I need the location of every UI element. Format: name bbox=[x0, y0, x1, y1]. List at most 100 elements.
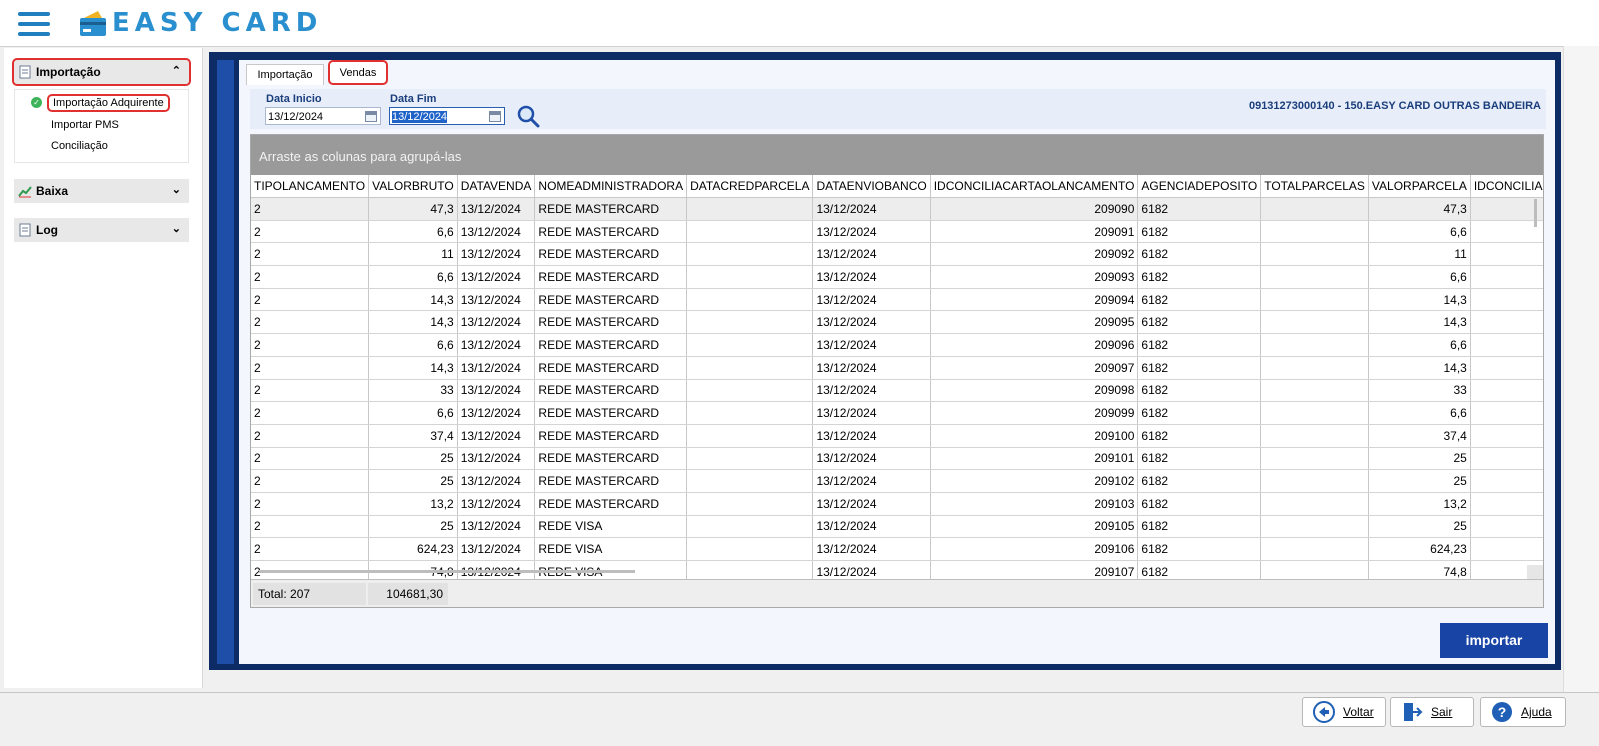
table-row[interactable]: 2 11 13/12/2024 REDE MASTERCARD 13/12/2024 20… bbox=[251, 242, 1543, 267]
column-header[interactable]: DATAVENDA bbox=[457, 175, 536, 198]
table-row[interactable]: 2 47,3 13/12/2024 REDE MASTERCARD 13/12/2024… bbox=[251, 197, 1543, 221]
table-cell: 13/12/2024 bbox=[457, 469, 536, 493]
table-cell: 2 bbox=[251, 379, 370, 403]
table-cell: 209100 bbox=[930, 424, 1139, 448]
table-cell: 14,3 bbox=[1368, 356, 1471, 380]
calendar-icon[interactable] bbox=[365, 111, 377, 122]
table-row[interactable]: 2 37,4 13/12/2024 REDE MASTERCARD 13/12/2024… bbox=[251, 424, 1543, 448]
table-row[interactable]: 2 13,2 13/12/2024 REDE MASTERCARD 13/12/2024… bbox=[251, 492, 1543, 516]
calendar-icon[interactable] bbox=[489, 111, 501, 122]
footer-total-value: 104681,30 bbox=[368, 583, 448, 605]
column-header[interactable]: DATACREDPARCELA bbox=[686, 175, 814, 198]
hamburger-menu-icon[interactable] bbox=[18, 12, 50, 36]
sidebar-group-log[interactable]: Log ⌄ bbox=[14, 218, 189, 242]
column-header[interactable]: VALORPARCELA bbox=[1368, 175, 1471, 198]
table-row[interactable]: 2 25 13/12/2024 REDE MASTERCARD 13/12/2024 20… bbox=[251, 469, 1543, 493]
back-button[interactable]: Voltar bbox=[1302, 697, 1386, 727]
table-cell: 13/12/2024 bbox=[457, 379, 536, 403]
table-cell: REDE MASTERCARD bbox=[534, 220, 688, 244]
table-row[interactable]: 2 624,23 13/12/2024 REDE VISA 13/12/2024 2091… bbox=[251, 537, 1543, 561]
search-icon[interactable] bbox=[516, 104, 540, 128]
table-cell bbox=[1470, 242, 1543, 267]
chevron-up-icon: ⌃ bbox=[171, 65, 181, 77]
import-button[interactable]: importar bbox=[1440, 623, 1548, 658]
table-cell: 13/12/2024 bbox=[457, 197, 536, 221]
tab-importacao[interactable]: Importação bbox=[246, 64, 324, 85]
chevron-down-icon: ⌄ bbox=[171, 184, 181, 196]
table-cell: 25 bbox=[368, 515, 458, 539]
check-circle-icon: ✓ bbox=[31, 97, 42, 108]
document-icon bbox=[19, 65, 31, 79]
card-logo-icon bbox=[80, 11, 106, 36]
table-cell: 2 bbox=[251, 288, 370, 312]
table-cell: 13,2 bbox=[368, 492, 458, 516]
table-row[interactable]: 2 6,6 13/12/2024 REDE MASTERCARD 13/12/2024 2… bbox=[251, 265, 1543, 289]
table-cell: 13/12/2024 bbox=[457, 447, 536, 471]
table-row[interactable]: 2 14,3 13/12/2024 REDE MASTERCARD 13/12/2024… bbox=[251, 288, 1543, 312]
sidebar-group-baixa[interactable]: Baixa ⌄ bbox=[14, 179, 189, 203]
table-cell: 13/12/2024 bbox=[812, 537, 931, 561]
table-cell: 6,6 bbox=[368, 220, 458, 244]
table-cell: 6182 bbox=[1137, 197, 1262, 221]
table-cell: 209093 bbox=[930, 265, 1139, 289]
sidebar-group-importacao[interactable]: Importação ⌃ bbox=[12, 58, 191, 86]
help-button-label: Ajuda bbox=[1521, 705, 1552, 719]
table-row[interactable]: 2 6,6 13/12/2024 REDE MASTERCARD 13/12/2024 2… bbox=[251, 333, 1543, 357]
table-row[interactable]: 2 6,6 13/12/2024 REDE MASTERCARD 13/12/2024 2… bbox=[251, 220, 1543, 244]
table-row[interactable]: 2 25 13/12/2024 REDE VISA 13/12/2024 209105 61… bbox=[251, 515, 1543, 539]
table-row[interactable]: 2 14,3 13/12/2024 REDE MASTERCARD 13/12/2024… bbox=[251, 310, 1543, 335]
table-cell: 25 bbox=[1368, 515, 1471, 539]
start-date-label: Data Inicio bbox=[266, 93, 322, 105]
table-cell bbox=[1470, 333, 1543, 357]
table-cell bbox=[1260, 197, 1369, 221]
column-header[interactable]: NOMEADMINISTRADORA bbox=[534, 175, 688, 198]
company-label: 09131273000140 - 150.EASY CARD OUTRAS BA… bbox=[1248, 100, 1541, 112]
table-cell: 13/12/2024 bbox=[457, 333, 536, 357]
table-cell: 6,6 bbox=[1368, 265, 1471, 289]
table-cell: 2 bbox=[251, 447, 370, 471]
table-cell: 13/12/2024 bbox=[812, 265, 931, 289]
column-header[interactable]: VALORBRUTO bbox=[368, 175, 458, 198]
column-header[interactable]: TOTALPARCELAS bbox=[1260, 175, 1369, 198]
column-header[interactable]: IDCONCILIACARTAOTI bbox=[1470, 175, 1543, 198]
column-header[interactable]: TIPOLANCAMENTO bbox=[251, 175, 370, 198]
table-cell: 6182 bbox=[1137, 469, 1262, 493]
table-cell: 209099 bbox=[930, 401, 1139, 425]
help-button[interactable]: ? Ajuda bbox=[1480, 697, 1566, 727]
table-cell bbox=[686, 537, 814, 561]
sidebar-item-conciliacao[interactable]: Conciliação bbox=[51, 140, 108, 152]
table-cell bbox=[1260, 379, 1369, 403]
table-row[interactable]: 2 14,3 13/12/2024 REDE MASTERCARD 13/12/2024… bbox=[251, 356, 1543, 380]
sidebar-item-importacao-adquirente[interactable]: Importação Adquirente bbox=[47, 94, 170, 112]
table-cell: 25 bbox=[368, 469, 458, 493]
chevron-down-icon: ⌄ bbox=[171, 223, 181, 235]
tab-vendas[interactable]: Vendas bbox=[328, 60, 388, 85]
column-header[interactable]: DATAENVIOBANCO bbox=[812, 175, 931, 198]
table-cell: REDE MASTERCARD bbox=[534, 197, 688, 221]
column-header[interactable]: AGENCIADEPOSITO bbox=[1137, 175, 1262, 198]
table-cell: 13/12/2024 bbox=[812, 242, 931, 267]
table-cell bbox=[1470, 197, 1543, 221]
table-cell: 6182 bbox=[1137, 492, 1262, 516]
table-row[interactable]: 2 25 13/12/2024 REDE MASTERCARD 13/12/2024 20… bbox=[251, 447, 1543, 471]
horizontal-scrollbar[interactable] bbox=[259, 570, 635, 573]
sidebar-group-label: Baixa bbox=[36, 184, 69, 198]
table-cell: 2 bbox=[251, 492, 370, 516]
table-row[interactable]: 2 6,6 13/12/2024 REDE MASTERCARD 13/12/2024 2… bbox=[251, 401, 1543, 425]
table-cell: 14,3 bbox=[368, 288, 458, 312]
exit-button[interactable]: Sair bbox=[1390, 697, 1474, 727]
end-date-input[interactable]: 13/12/2024 bbox=[389, 107, 505, 125]
table-cell bbox=[1470, 310, 1543, 335]
sidebar-item-importar-pms[interactable]: Importar PMS bbox=[51, 119, 119, 131]
table-row[interactable]: 2 33 13/12/2024 REDE MASTERCARD 13/12/2024 20… bbox=[251, 379, 1543, 403]
table-cell: 11 bbox=[1368, 242, 1471, 267]
group-drop-area[interactable]: Arraste as colunas para agrupá-las bbox=[251, 135, 1543, 175]
column-header[interactable]: IDCONCILIACARTAOLANCAMENTO bbox=[930, 175, 1139, 198]
table-cell: 2 bbox=[251, 333, 370, 357]
window-scrollbar[interactable] bbox=[1563, 46, 1599, 692]
table-cell: 13/12/2024 bbox=[457, 310, 536, 335]
table-cell: 25 bbox=[368, 447, 458, 471]
vertical-scrollbar[interactable] bbox=[1534, 199, 1537, 227]
table-cell: 2 bbox=[251, 469, 370, 493]
start-date-input[interactable]: 13/12/2024 bbox=[265, 107, 381, 125]
